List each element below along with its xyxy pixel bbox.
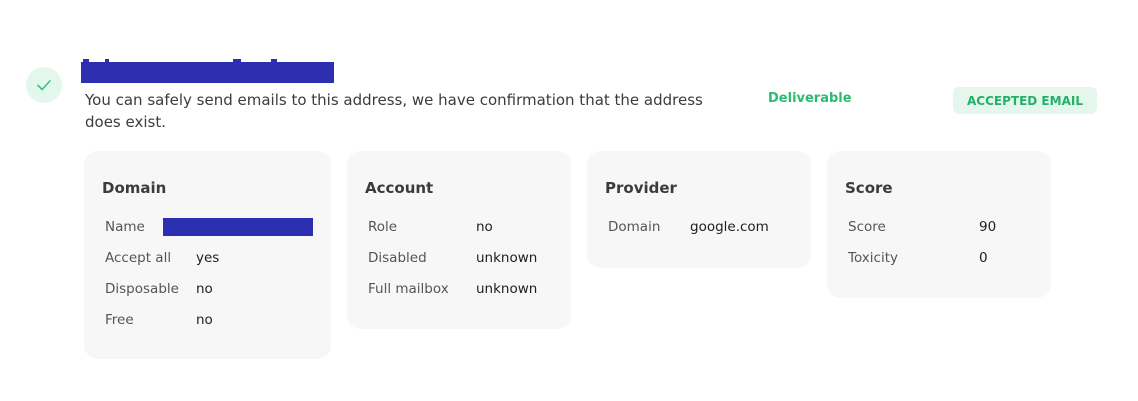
info-row-full-mailbox: Full mailbox unknown [368, 273, 553, 304]
row-label: Domain [608, 218, 661, 235]
info-row-provider-domain: Domain google.com [608, 211, 793, 242]
info-row-disposable: Disposable no [105, 273, 313, 304]
info-row-toxicity: Toxicity 0 [848, 242, 1033, 273]
info-row-disabled: Disabled unknown [368, 242, 553, 273]
row-label: Toxicity [848, 249, 898, 266]
row-value: no [196, 280, 213, 297]
redacted-email-address [81, 62, 334, 83]
row-value: yes [196, 249, 220, 266]
domain-card: Domain Name Accept all yes Disposable no… [84, 151, 331, 359]
email-verification-result: You can safely send emails to this addre… [0, 0, 1138, 401]
info-row-score: Score 90 [848, 211, 1033, 242]
row-label: Disabled [368, 249, 427, 266]
card-title: Provider [605, 179, 677, 197]
row-value: 0 [979, 249, 988, 266]
row-label: Role [368, 218, 398, 235]
verification-message: You can safely send emails to this addre… [85, 91, 703, 131]
info-row-role: Role no [368, 211, 553, 242]
card-title: Score [845, 179, 893, 197]
row-label: Disposable [105, 280, 179, 297]
score-card: Score Score 90 Toxicity 0 [827, 151, 1051, 298]
row-value: unknown [476, 249, 538, 266]
info-row-accept-all: Accept all yes [105, 242, 313, 273]
redacted-domain-name [162, 217, 313, 236]
row-value: unknown [476, 280, 538, 297]
account-card: Account Role no Disabled unknown Full ma… [347, 151, 571, 329]
checkmark-icon [37, 80, 51, 91]
row-value: no [196, 311, 213, 328]
row-value: no [476, 218, 493, 235]
row-label: Full mailbox [368, 280, 449, 297]
row-value: google.com [690, 218, 769, 235]
info-row-name: Name [105, 211, 313, 242]
card-title: Account [365, 179, 434, 197]
row-label: Free [105, 311, 134, 328]
info-row-free: Free no [105, 304, 313, 335]
deliverable-status: Deliverable [768, 91, 852, 106]
card-title: Domain [102, 179, 167, 197]
success-check-badge [26, 67, 62, 103]
row-value: 90 [979, 218, 997, 235]
provider-card: Provider Domain google.com [587, 151, 811, 268]
row-label: Score [848, 218, 886, 235]
row-label: Accept all [105, 249, 172, 266]
accepted-email-badge: ACCEPTED EMAIL [953, 87, 1097, 114]
